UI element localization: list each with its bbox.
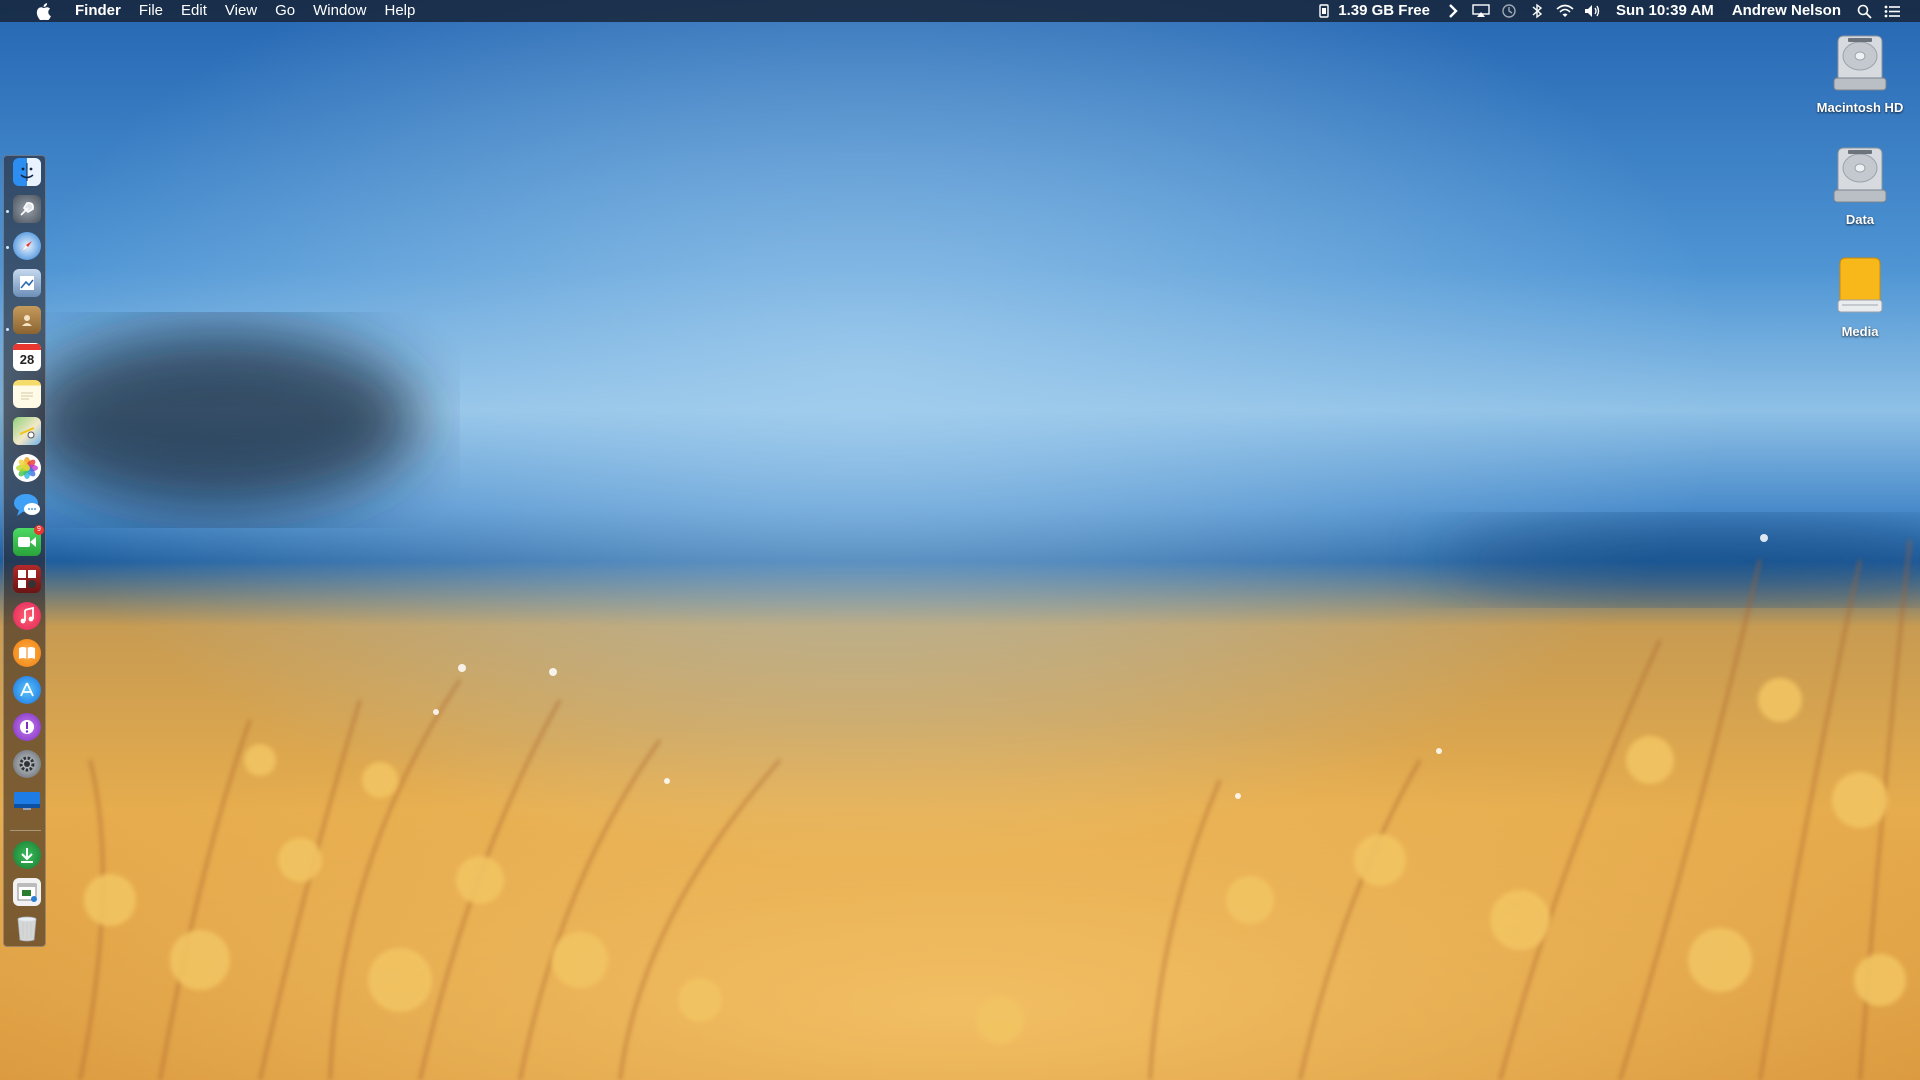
calendar-icon[interactable]: 28 [13,343,41,371]
clock[interactable]: Sun 10:39 AM [1607,0,1723,22]
desktop-icon-data[interactable]: Data [1805,142,1915,227]
dock-separator [10,830,41,831]
memory-free-status[interactable]: 1.39 GB Free [1338,0,1439,22]
time-machine-icon[interactable] [1495,0,1523,22]
book-icon[interactable] [13,639,41,667]
menu-file[interactable]: File [130,0,172,22]
dock: 28 9 [3,155,46,947]
bluetooth-icon[interactable] [1523,0,1551,22]
menu-help[interactable]: Help [376,0,425,22]
hard-drive-icon [1828,142,1892,206]
hard-drive-icon [1828,30,1892,94]
photo-booth-icon[interactable] [13,565,41,593]
running-indicator [6,246,9,249]
spotlight-search-icon[interactable] [1850,0,1878,22]
menu-view[interactable]: View [216,0,266,22]
preview-icon[interactable] [13,269,41,297]
menu-window[interactable]: Window [304,0,375,22]
calendar-date: 28 [19,352,35,367]
airplay-icon[interactable] [1467,0,1495,22]
desktop-icon-media[interactable]: Media [1805,254,1915,339]
apple-menu-icon[interactable] [20,0,66,22]
messages-icon[interactable] [13,491,41,519]
rocket-icon[interactable] [13,195,41,223]
trash-icon[interactable] [13,915,41,943]
chevron-right-icon[interactable] [1439,0,1467,22]
app-store-icon[interactable] [13,676,41,704]
compass-icon[interactable] [13,232,41,260]
desktop-icon-label: Data [1845,212,1875,227]
wifi-icon[interactable] [1551,0,1579,22]
maps-icon[interactable] [13,417,41,445]
screen-icon[interactable] [13,787,41,815]
running-indicator [6,328,9,331]
photos-icon[interactable] [13,454,41,482]
desktop-icon-macintosh-hd[interactable]: Macintosh HD [1805,30,1915,115]
running-indicator [6,210,9,213]
user-menu[interactable]: Andrew Nelson [1723,0,1850,22]
menu-app-name[interactable]: Finder [66,0,130,22]
download-icon[interactable] [13,841,41,869]
menu-edit[interactable]: Edit [172,0,216,22]
exclamation-icon[interactable] [13,713,41,741]
notes-icon[interactable] [13,380,41,408]
facetime-badge: 9 [34,525,44,535]
desktop-icon-label: Macintosh HD [1816,100,1904,115]
finder-icon[interactable] [13,158,41,186]
volume-icon[interactable] [1579,0,1607,22]
menu-go[interactable]: Go [266,0,304,22]
window-icon[interactable] [13,878,41,906]
desktop-icon-label: Media [1841,324,1879,339]
memory-chip-icon[interactable] [1310,0,1338,22]
menu-bar: Finder File Edit View Go Window Help 1.3… [0,0,1920,22]
notification-center-icon[interactable] [1878,0,1906,22]
contacts-icon[interactable] [13,306,41,334]
desktop-wallpaper [0,0,1920,1080]
music-icon[interactable] [13,602,41,630]
gear-icon[interactable] [13,750,41,778]
external-drive-icon [1828,254,1892,318]
